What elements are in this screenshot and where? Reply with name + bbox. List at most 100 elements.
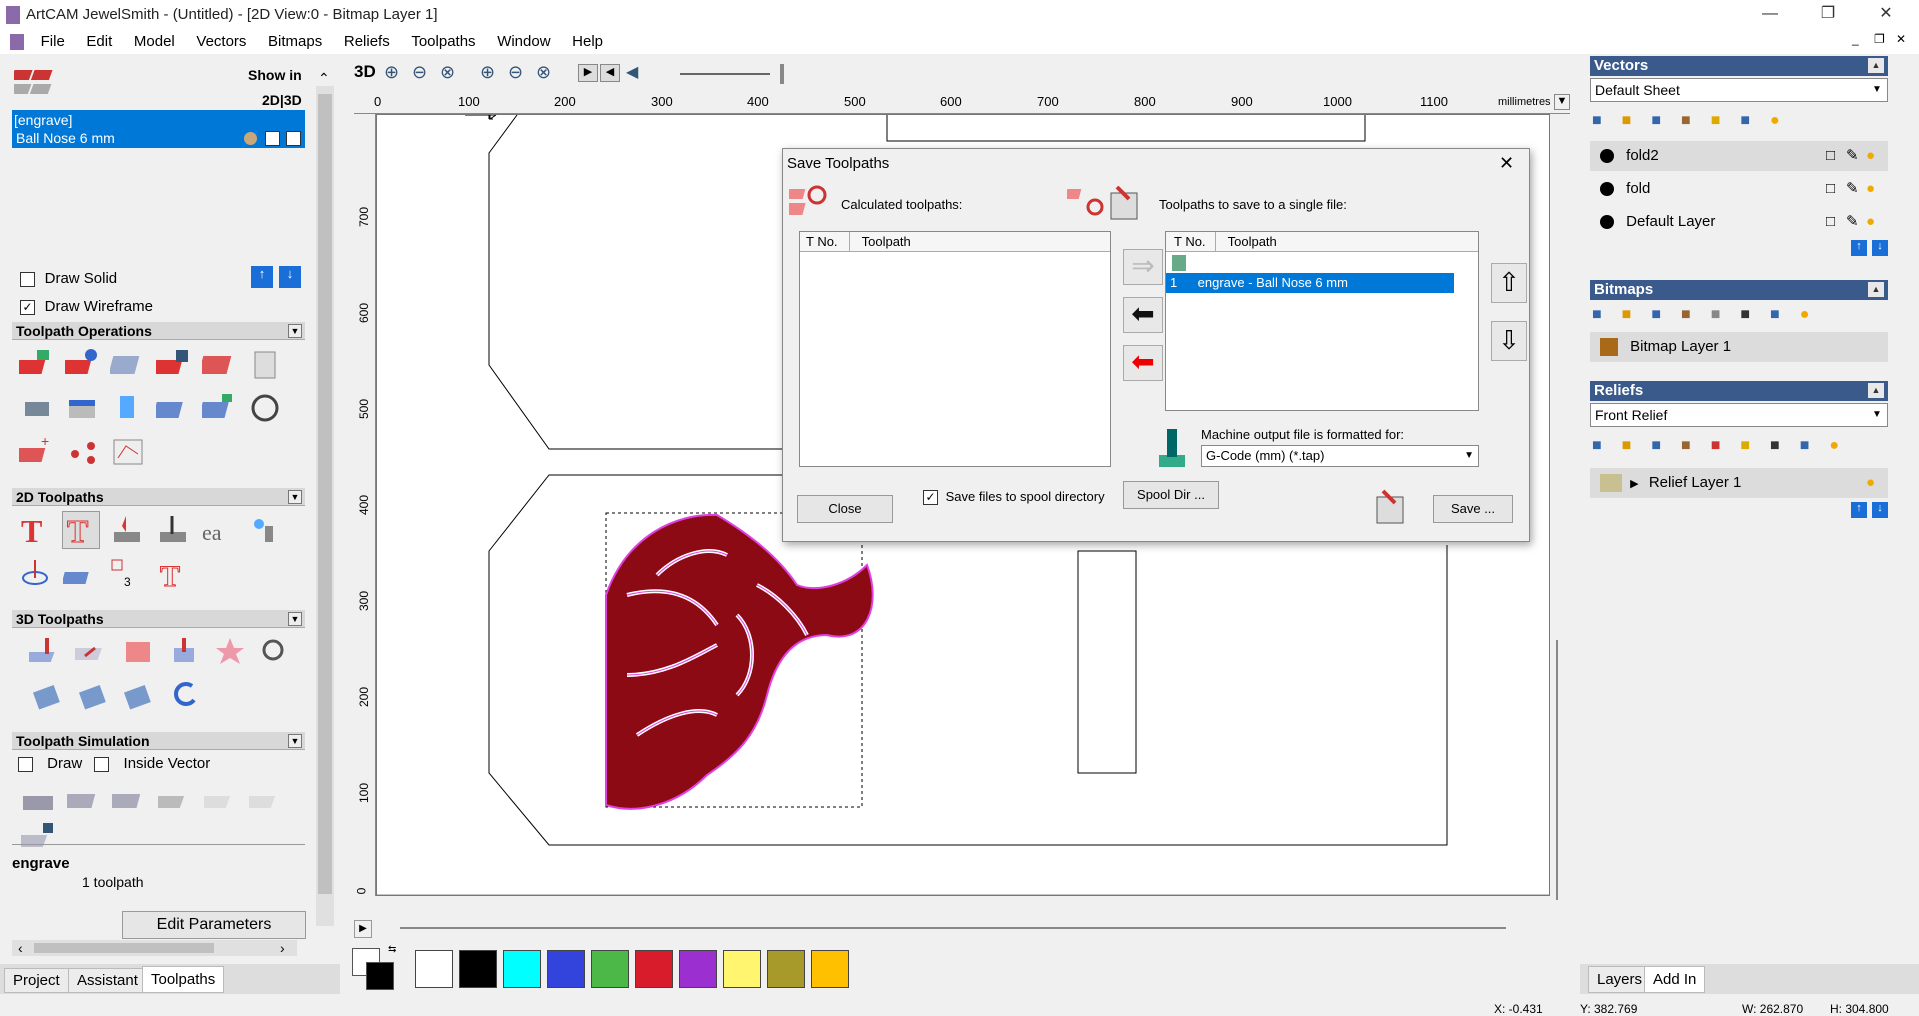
machine-format-select[interactable]: G-Code (mm) (*.tap) ▼ [1201,445,1479,467]
menu-model[interactable]: Model [125,30,184,54]
draw-wireframe-row[interactable]: ✓ Draw Wireframe [20,298,153,316]
move-down-button[interactable]: ↓ [279,266,301,288]
menu-edit[interactable]: Edit [77,30,121,54]
zoom-in-icon[interactable]: ⊕ [384,62,399,83]
palette-swatch[interactable] [459,950,497,988]
collapse-icon[interactable]: ▼ [288,324,302,338]
tab-toolpaths[interactable]: Toolpaths [142,966,225,993]
palette-swatch[interactable] [503,950,541,988]
toolpath-tree-selected[interactable]: [engrave] Ball Nose 6 mm ✓ ✓ [12,110,305,148]
menu-bitmaps[interactable]: Bitmaps [259,30,331,54]
edit-icon[interactable]: ✎ [1846,141,1859,171]
merge-layer-icon[interactable]: ■ [1681,112,1711,129]
batch-calculate-icon[interactable] [152,390,192,426]
sim-draw-checkbox[interactable] [18,756,33,772]
left-vertical-scrollbar[interactable] [316,86,334,926]
draw-solid-row[interactable]: Draw Solid [20,270,117,288]
relief-layer-down-button[interactable]: ↓ [1872,502,1888,518]
transform-toolpath-icon[interactable] [247,390,283,426]
vector-layer-up-button[interactable]: ↑ [1851,240,1867,256]
sim-inside-vector-checkbox[interactable] [94,756,110,772]
bitmaps-header[interactable]: Bitmaps ▲ [1590,280,1888,300]
contrast-slider-thumb[interactable] [780,64,784,84]
relief-finish-3-icon[interactable] [120,678,156,714]
bitmap-props-icon[interactable]: ■ [1681,306,1711,323]
relief-finish-2-icon[interactable] [75,678,111,714]
open-bitmap-icon[interactable]: ■ [1622,306,1652,323]
move-up-arrow-button[interactable]: ⇧ [1491,263,1527,303]
chevron-down-icon[interactable]: ▼ [1869,81,1885,99]
new-bitmap-icon[interactable]: ■ [1592,306,1622,323]
minimize-icon[interactable]: — [1747,0,1793,30]
bevel-carving-icon[interactable] [154,512,190,548]
contrast-slider-track[interactable] [680,73,770,75]
save-bitmap-icon[interactable]: ■ [1651,306,1681,323]
scroll-up-icon[interactable]: ⌃ [318,70,330,87]
zoom-previous-icon[interactable]: ⊖ [508,62,523,83]
collapse-icon[interactable]: ▼ [288,490,302,504]
lock-icon[interactable]: □ [1826,141,1835,171]
layer-row-relief[interactable]: ▶ Relief Layer 1 ● [1590,468,1888,498]
lock-icon[interactable]: □ [1826,207,1835,237]
palette-swatch[interactable] [811,950,849,988]
toolpath-area-icon[interactable] [110,434,146,470]
tab-assistant[interactable]: Assistant [68,968,147,993]
scroll-right-icon[interactable]: › [280,940,285,956]
vector-layer-down-button[interactable]: ↓ [1872,240,1888,256]
menu-vectors[interactable]: Vectors [187,30,255,54]
collapse-icon[interactable]: ▼ [288,612,302,626]
tool-database-icon[interactable] [19,390,55,426]
chevron-down-icon[interactable]: ▼ [1869,406,1885,424]
draw-wireframe-checkbox[interactable]: ✓ [20,300,35,316]
move-down-arrow-button[interactable]: ⇩ [1491,321,1527,361]
item-row-selected[interactable]: 1 engrave - Ball Nose 6 mm [1166,273,1454,293]
toolpath-info-icon[interactable] [61,346,101,382]
layer-row-default[interactable]: Default Layer □ ✎ ● [1590,207,1888,237]
undo-view-icon[interactable]: ◀ [626,62,638,82]
edit-parameters-button[interactable]: Edit Parameters [122,911,306,939]
machine-relief-icon[interactable] [22,634,65,670]
scroll-thumb[interactable] [34,943,214,953]
mdi-minimize-icon[interactable]: _ [1852,32,1859,46]
visible-bulb-icon[interactable]: ● [1866,468,1875,498]
save-toolpaths-list[interactable]: T No. Toolpath 1 engrave - Ball Nose 6 m… [1165,231,1479,411]
profile-icon[interactable]: T [17,512,53,549]
spool-check-row[interactable]: ✓ Save files to spool directory [923,489,1105,506]
zoom-box-icon[interactable]: ⊕ [480,62,495,83]
menu-toolpaths[interactable]: Toolpaths [402,30,484,54]
secondary-color-swatch[interactable] [366,962,394,990]
save-relief-icon[interactable]: ■ [1651,437,1681,454]
spool-checkbox[interactable]: ✓ [923,490,938,506]
simulate-toolpath-icon[interactable] [21,780,57,816]
collapse-icon[interactable]: ▲ [1868,282,1884,297]
v-bit-carving-icon[interactable] [108,512,144,548]
bitmap-gray-icon[interactable]: ■ [1711,306,1741,323]
col-toolpath[interactable]: Toolpath [1220,234,1277,249]
section-2d-toolpaths[interactable]: 2D Toolpaths ▼ [12,488,305,506]
chevron-down-icon[interactable]: ▼ [1464,446,1474,466]
left-horizontal-scrollbar[interactable]: ‹ › [12,940,297,956]
zoom-fit-icon[interactable]: ⊗ [440,62,455,83]
relief-select[interactable]: Front Relief ▼ [1590,403,1888,427]
inlay-icon[interactable] [61,556,99,592]
star-machining-icon[interactable] [212,634,248,670]
delete-bitmap-icon[interactable]: ■ [1770,306,1800,323]
col-toolpath[interactable]: Toolpath [854,234,911,249]
section-3d-toolpaths[interactable]: 3D Toolpaths ▼ [12,610,305,628]
drilling-icon[interactable] [245,512,281,548]
save-toolpath-icon[interactable] [152,346,192,382]
open-layer-icon[interactable]: ■ [1622,112,1652,129]
rest-machining-icon[interactable] [257,634,293,670]
menu-window[interactable]: Window [488,30,559,54]
ruler-menu-icon[interactable]: ▼ [1554,94,1570,110]
swap-colors-icon[interactable]: ⇆ [388,944,396,955]
canvas-horizontal-scrollbar[interactable] [400,927,1506,929]
relief-layer-up-button[interactable]: ↑ [1851,502,1867,518]
visible-bulb-icon[interactable]: ● [1866,141,1875,171]
area-clearance-icon[interactable]: T [61,511,100,550]
calculate-toolpath-icon[interactable] [15,346,55,382]
zoom-out-icon[interactable]: ⊖ [412,62,427,83]
merge-toolpath-icon[interactable] [197,346,238,382]
relief-finish-1-icon[interactable] [29,678,65,714]
pan-right-icon[interactable]: ◀ [600,64,620,82]
